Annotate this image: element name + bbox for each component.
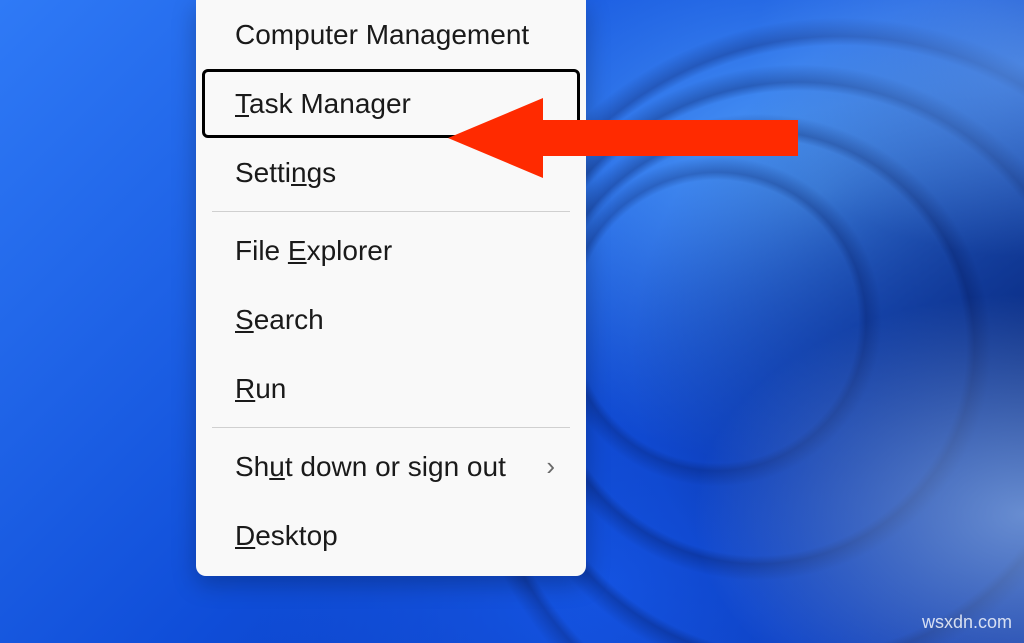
menu-item-run[interactable]: Run bbox=[202, 354, 580, 423]
menu-item-task-manager[interactable]: Task Manager bbox=[202, 69, 580, 138]
menu-separator bbox=[212, 211, 570, 212]
menu-item-label: Task Manager bbox=[235, 86, 411, 121]
menu-item-settings[interactable]: Settings bbox=[202, 138, 580, 207]
menu-item-shut-down[interactable]: Shut down or sign out › bbox=[202, 432, 580, 501]
menu-item-label: Search bbox=[235, 302, 324, 337]
menu-item-label: Shut down or sign out bbox=[235, 449, 506, 484]
menu-item-label: File Explorer bbox=[235, 233, 392, 268]
winx-context-menu: Computer Management Task Manager Settings F… bbox=[196, 0, 586, 576]
menu-item-label: Settings bbox=[235, 155, 336, 190]
menu-item-desktop[interactable]: Desktop bbox=[202, 501, 580, 570]
menu-item-label: Run bbox=[235, 371, 286, 406]
menu-item-file-explorer[interactable]: File Explorer bbox=[202, 216, 580, 285]
chevron-right-icon: › bbox=[546, 450, 561, 483]
menu-item-computer-management[interactable]: Computer Management bbox=[202, 0, 580, 69]
menu-item-label: Desktop bbox=[235, 518, 338, 553]
watermark-text: wsxdn.com bbox=[922, 612, 1012, 633]
menu-separator bbox=[212, 427, 570, 428]
menu-item-label: Computer Management bbox=[235, 17, 529, 52]
menu-item-search[interactable]: Search bbox=[202, 285, 580, 354]
